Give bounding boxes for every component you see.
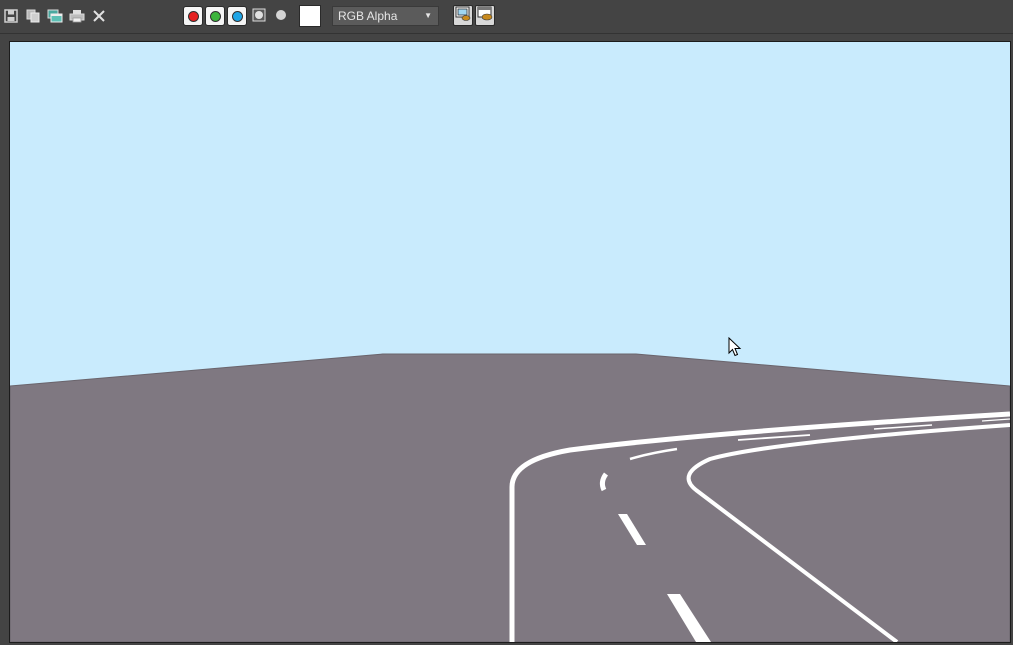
render-region-button[interactable] bbox=[453, 5, 473, 26]
copy-image-button[interactable] bbox=[23, 6, 43, 26]
save-image-button[interactable] bbox=[1, 6, 21, 26]
display-channel-dropdown[interactable]: RGB Alpha ▼ bbox=[332, 6, 439, 26]
clone-window-icon bbox=[47, 9, 63, 23]
green-channel-toggle[interactable] bbox=[205, 6, 225, 26]
color-swatch[interactable] bbox=[299, 5, 321, 27]
green-channel-icon bbox=[209, 10, 221, 22]
clone-frame-window-button[interactable] bbox=[45, 6, 65, 26]
print-icon bbox=[69, 9, 85, 23]
copy-icon bbox=[26, 9, 40, 23]
alpha-channel-toggle[interactable] bbox=[249, 6, 269, 26]
save-icon bbox=[4, 9, 18, 23]
rendered-scene bbox=[10, 42, 1010, 642]
render-region-icon bbox=[455, 6, 471, 25]
rendered-frame-window: RGB Alpha ▼ bbox=[0, 0, 1013, 645]
chevron-down-icon: ▼ bbox=[424, 11, 432, 20]
monochrome-toggle[interactable] bbox=[271, 6, 291, 26]
render-frame-button[interactable] bbox=[475, 5, 495, 26]
blue-channel-icon bbox=[231, 10, 243, 22]
mouse-cursor-icon bbox=[728, 336, 742, 361]
red-channel-icon bbox=[187, 10, 199, 22]
clear-image-button[interactable] bbox=[89, 6, 109, 26]
monochrome-icon bbox=[274, 7, 288, 26]
render-frame-icon bbox=[477, 6, 493, 25]
close-icon bbox=[92, 9, 106, 23]
alpha-channel-icon bbox=[252, 7, 266, 26]
rendered-image-viewport[interactable] bbox=[9, 41, 1011, 643]
blue-channel-toggle[interactable] bbox=[227, 6, 247, 26]
red-channel-toggle[interactable] bbox=[183, 6, 203, 26]
frame-toolbar: RGB Alpha ▼ bbox=[0, 0, 1013, 34]
display-channel-value: RGB Alpha bbox=[338, 9, 398, 23]
print-image-button[interactable] bbox=[67, 6, 87, 26]
